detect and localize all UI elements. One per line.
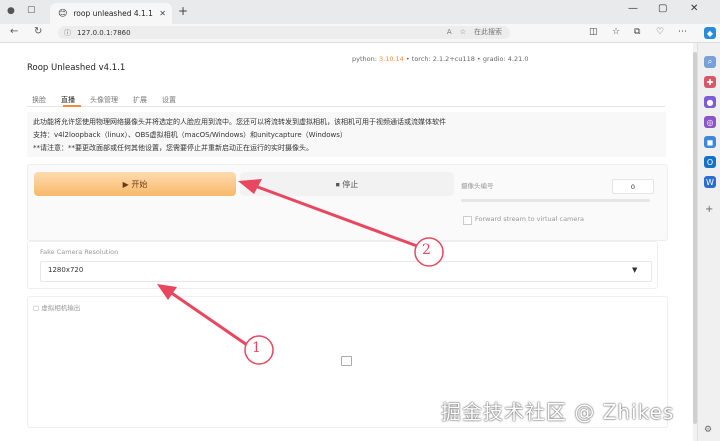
annotation-arrows [157, 179, 444, 365]
annotation-label-1: 1 [252, 340, 261, 356]
arrow-1-line [169, 290, 251, 349]
arrow-2-line [254, 184, 418, 248]
arrow-1-head [157, 284, 177, 300]
annotation-label-2: 2 [422, 242, 431, 258]
watermark-text: 掘金技术社区 @ Zhikes [441, 400, 675, 424]
